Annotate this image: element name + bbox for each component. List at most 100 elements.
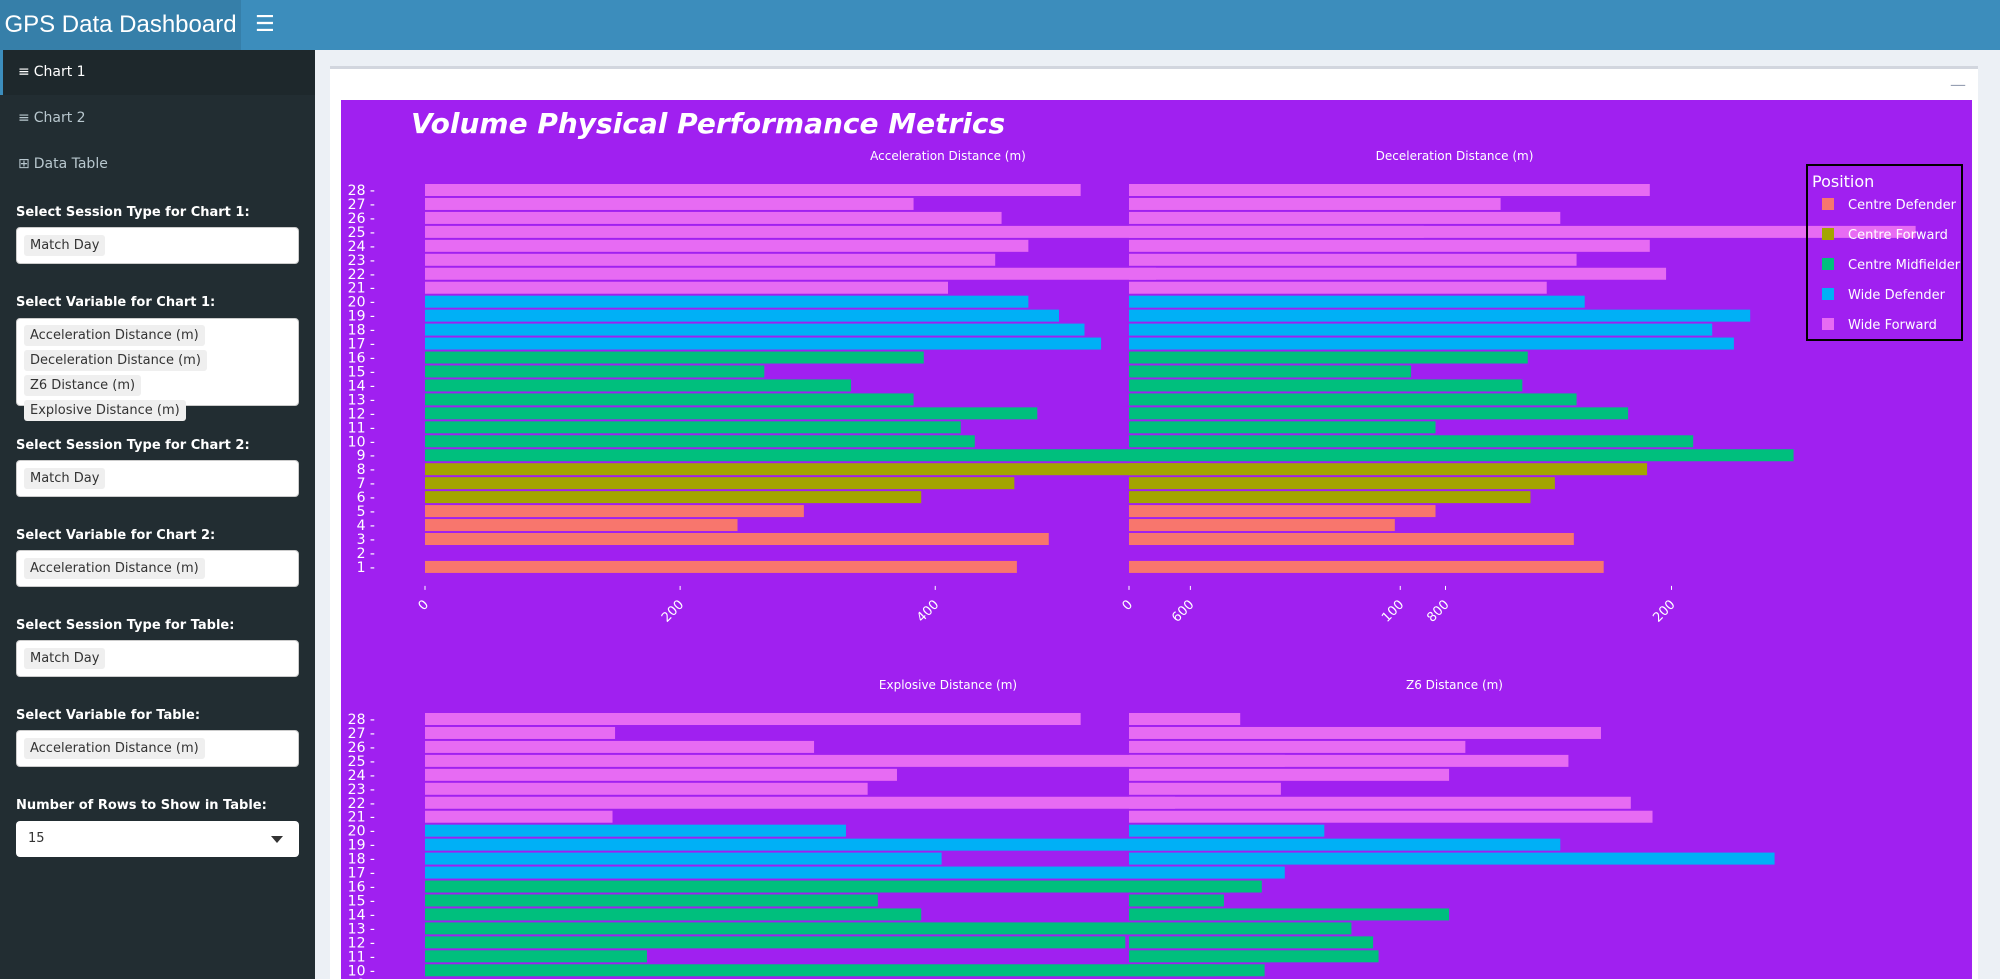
bar bbox=[425, 435, 975, 448]
y-tick-label: 22 - bbox=[348, 796, 375, 812]
bar bbox=[1129, 323, 1713, 336]
y-tick-label: 6 - bbox=[357, 490, 375, 506]
sidebar-item-chart-1[interactable]: ≡ Chart 1 bbox=[0, 50, 315, 95]
bar bbox=[1129, 950, 1379, 963]
bar bbox=[425, 337, 1102, 350]
selected-chip[interactable]: Z6 Distance (m) bbox=[24, 375, 142, 396]
selected-chip[interactable]: Match Day bbox=[24, 468, 106, 489]
y-tick-label: 26 - bbox=[348, 211, 375, 227]
bar bbox=[425, 421, 961, 434]
bar bbox=[425, 393, 914, 406]
legend-item[interactable]: Centre Forward bbox=[1822, 228, 1948, 243]
variable-chart1-input[interactable]: Acceleration Distance (m) Deceleration D… bbox=[16, 318, 299, 421]
sidebar-item-label: Chart 2 bbox=[33, 110, 86, 126]
bar bbox=[1129, 435, 1694, 448]
bar bbox=[1129, 713, 1241, 725]
bar bbox=[425, 950, 647, 963]
y-tick-label: 28 - bbox=[348, 712, 375, 728]
bar bbox=[1129, 768, 1450, 781]
y-tick-label: 20 - bbox=[348, 295, 375, 311]
session-chart2-input[interactable]: Match Day bbox=[16, 460, 299, 497]
legend-label: Centre Defender bbox=[1848, 198, 1957, 213]
bar bbox=[425, 533, 1049, 545]
y-tick-label: 18 - bbox=[348, 852, 375, 868]
bar bbox=[425, 894, 878, 907]
y-tick-label: 12 - bbox=[348, 406, 375, 422]
legend-item[interactable]: Centre Defender bbox=[1822, 198, 1956, 213]
rows-table-label: Number of Rows to Show in Table: bbox=[16, 798, 267, 813]
bar bbox=[425, 922, 1131, 935]
app-title[interactable]: GPS Data Dashboard bbox=[0, 0, 241, 50]
selected-chip[interactable]: Match Day bbox=[24, 648, 106, 669]
y-tick-label: 24 - bbox=[348, 768, 375, 784]
y-tick-label: 13 - bbox=[348, 921, 375, 937]
legend-label: Centre Forward bbox=[1848, 228, 1948, 243]
chart-svg: Acceleration Distance (m) 1 -2 -3 -4 -5 -… bbox=[348, 149, 1916, 979]
bar bbox=[425, 323, 1085, 336]
y-tick-label: 25 - bbox=[348, 225, 375, 241]
sidebar: ≡ Chart 1 ≡ Chart 2 ⊞ Data Table Select Ses… bbox=[0, 50, 315, 979]
session-table-input[interactable]: Match Day bbox=[16, 640, 299, 677]
rows-table-select[interactable]: 15 bbox=[16, 821, 299, 857]
variable-table-input[interactable]: Acceleration Distance (m) bbox=[16, 730, 299, 767]
selected-chip[interactable]: Deceleration Distance (m) bbox=[24, 350, 207, 371]
selected-chip[interactable]: Explosive Distance (m) bbox=[24, 400, 186, 421]
sidebar-item-label: Chart 1 bbox=[33, 64, 86, 80]
session-chart1-input[interactable]: Match Day bbox=[16, 227, 299, 264]
y-tick-label: 7 - bbox=[357, 476, 375, 492]
bar bbox=[1129, 463, 1648, 476]
variable-chart2-label: Select Variable for Chart 2: bbox=[16, 528, 216, 543]
bar bbox=[425, 379, 852, 392]
sidebar-item-chart-2[interactable]: ≡ Chart 2 bbox=[0, 96, 315, 141]
bar bbox=[1129, 477, 1555, 490]
bar bbox=[1129, 421, 1436, 434]
bar bbox=[425, 407, 1038, 420]
bar bbox=[425, 491, 922, 504]
selected-chip[interactable]: Acceleration Distance (m) bbox=[24, 325, 205, 346]
legend-item[interactable]: Wide Defender bbox=[1822, 288, 1945, 303]
minus-icon[interactable]: — bbox=[1950, 75, 1966, 94]
x-tick-label: 200 bbox=[1650, 597, 1678, 625]
chart-area: Acceleration Distance (m) 1 -2 -3 -4 -5 -… bbox=[341, 100, 1972, 979]
y-tick-label: 17 - bbox=[348, 866, 375, 882]
hamburger-icon[interactable]: ☰ bbox=[255, 12, 275, 37]
bar bbox=[1129, 184, 1650, 196]
bar bbox=[425, 768, 897, 781]
panel-title: Acceleration Distance (m) bbox=[870, 149, 1026, 163]
y-tick-label: 18 - bbox=[348, 323, 375, 339]
selected-chip[interactable]: Acceleration Distance (m) bbox=[24, 558, 205, 579]
bar bbox=[1129, 852, 1775, 865]
bar bbox=[1129, 281, 1547, 294]
y-tick-label: 8 - bbox=[357, 462, 375, 478]
legend-item[interactable]: Centre Midfielder bbox=[1822, 258, 1960, 273]
selected-chip[interactable]: Acceleration Distance (m) bbox=[24, 738, 205, 759]
bar bbox=[1129, 740, 1466, 753]
y-tick-label: 27 - bbox=[348, 726, 375, 742]
bar bbox=[1129, 838, 1561, 851]
bar bbox=[1129, 908, 1450, 921]
bar bbox=[1129, 964, 1265, 977]
variable-chart2-input[interactable]: Acceleration Distance (m) bbox=[16, 550, 299, 587]
selected-chip[interactable]: Match Day bbox=[24, 235, 106, 256]
select-value: 15 bbox=[28, 831, 45, 846]
legend-swatch bbox=[1822, 228, 1834, 240]
bar bbox=[425, 560, 1017, 573]
bar bbox=[1129, 880, 1235, 893]
y-tick-label: 16 - bbox=[348, 351, 375, 367]
variable-table-label: Select Variable for Table: bbox=[16, 708, 201, 723]
bar bbox=[1129, 894, 1224, 907]
y-tick-label: 9 - bbox=[357, 448, 375, 464]
bar bbox=[1129, 505, 1436, 518]
legend-item[interactable]: Wide Forward bbox=[1822, 318, 1937, 333]
table-icon: ⊞ bbox=[18, 156, 30, 172]
y-tick-label: 19 - bbox=[348, 838, 375, 854]
bar bbox=[1129, 197, 1501, 210]
sidebar-item-data-table[interactable]: ⊞ Data Table bbox=[0, 142, 315, 187]
y-tick-label: 5 - bbox=[357, 504, 375, 520]
bar bbox=[1129, 491, 1531, 504]
bar bbox=[1129, 239, 1650, 252]
y-tick-label: 14 - bbox=[348, 907, 375, 923]
bar bbox=[425, 726, 616, 739]
bar-chart-icon: ≡ bbox=[18, 110, 30, 126]
y-tick-label: 2 - bbox=[357, 546, 375, 562]
